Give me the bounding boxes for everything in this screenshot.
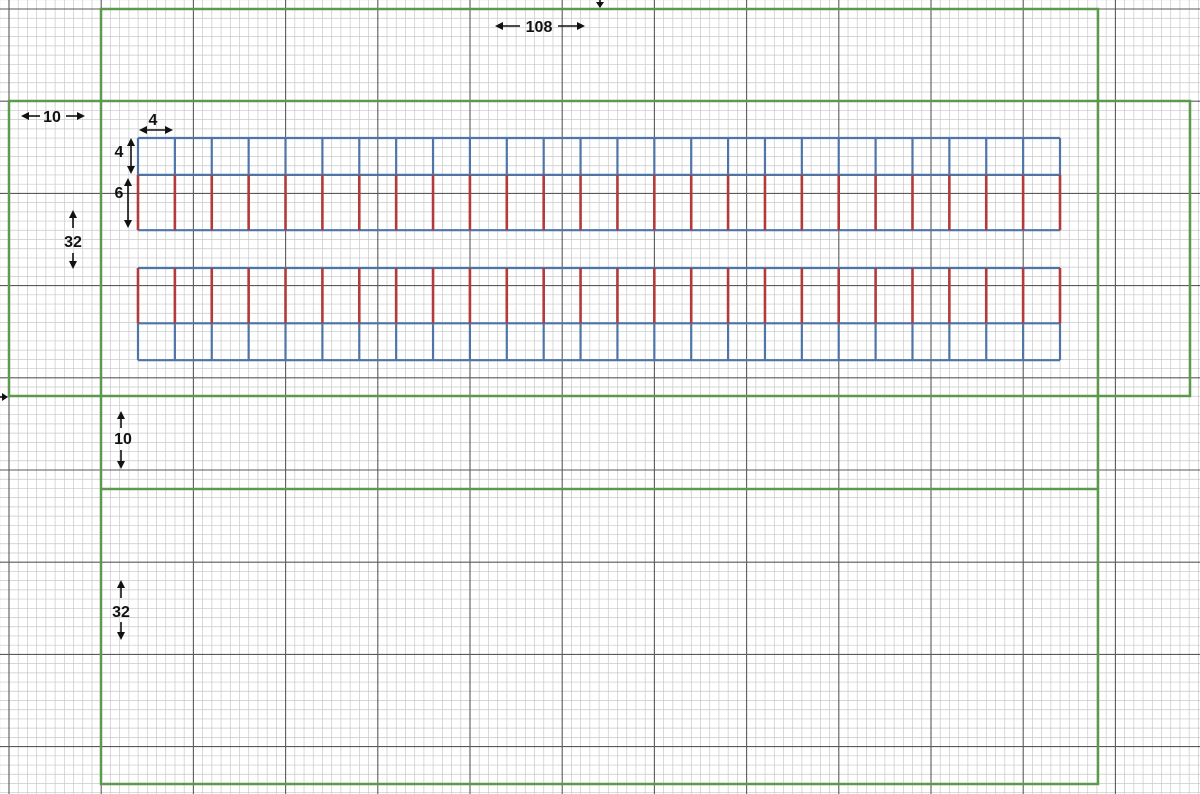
arrowhead-post-height-top — [124, 178, 132, 186]
section-outlines — [7, 7, 1192, 786]
label-cell-width: 4 — [149, 112, 158, 129]
label-lower-height: 32 — [112, 604, 130, 621]
arrowhead-post-height-bottom — [124, 220, 132, 228]
arrowhead-top-edge-marker — [596, 2, 604, 8]
arrowhead-gap-height-down — [117, 461, 125, 469]
pattern-diagram: 108 10 4 4 6 32 10 32 — [0, 0, 1200, 794]
arrowhead-margin-left-left — [21, 112, 29, 120]
arrowhead-cell-width-right — [165, 126, 173, 134]
arrowhead-cell-height-top — [127, 138, 135, 146]
arrowhead-section-height-down — [69, 261, 77, 269]
arrowhead-section-height-up — [69, 210, 77, 218]
label-section-height: 32 — [64, 234, 82, 251]
arrowhead-width-top-left — [495, 22, 503, 30]
label-post-height: 6 — [115, 185, 124, 202]
arrowhead-width-top-right — [577, 22, 585, 30]
label-gap-height: 10 — [114, 431, 132, 448]
arrowhead-lower-height-up — [117, 580, 125, 588]
label-cell-height: 4 — [115, 144, 124, 161]
arrowhead-cell-width-left — [139, 126, 147, 134]
arrowhead-left-edge-marker — [2, 393, 8, 401]
arrowhead-cell-height-bottom — [127, 166, 135, 174]
label-width-top: 108 — [526, 19, 553, 36]
label-margin-left: 10 — [43, 109, 61, 126]
arrowhead-margin-left-right — [77, 112, 85, 120]
